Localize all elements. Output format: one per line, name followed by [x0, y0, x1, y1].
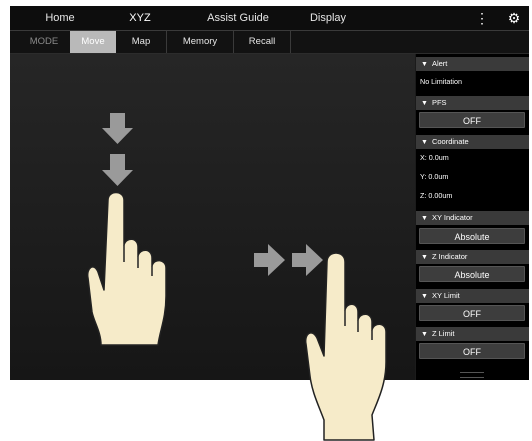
arrow-right-icon — [254, 244, 323, 276]
hand-swipe-right-icon — [304, 252, 387, 441]
gesture-overlay — [86, 113, 387, 441]
arrow-down-icon — [102, 113, 133, 186]
hand-swipe-down-icon — [86, 191, 167, 346]
